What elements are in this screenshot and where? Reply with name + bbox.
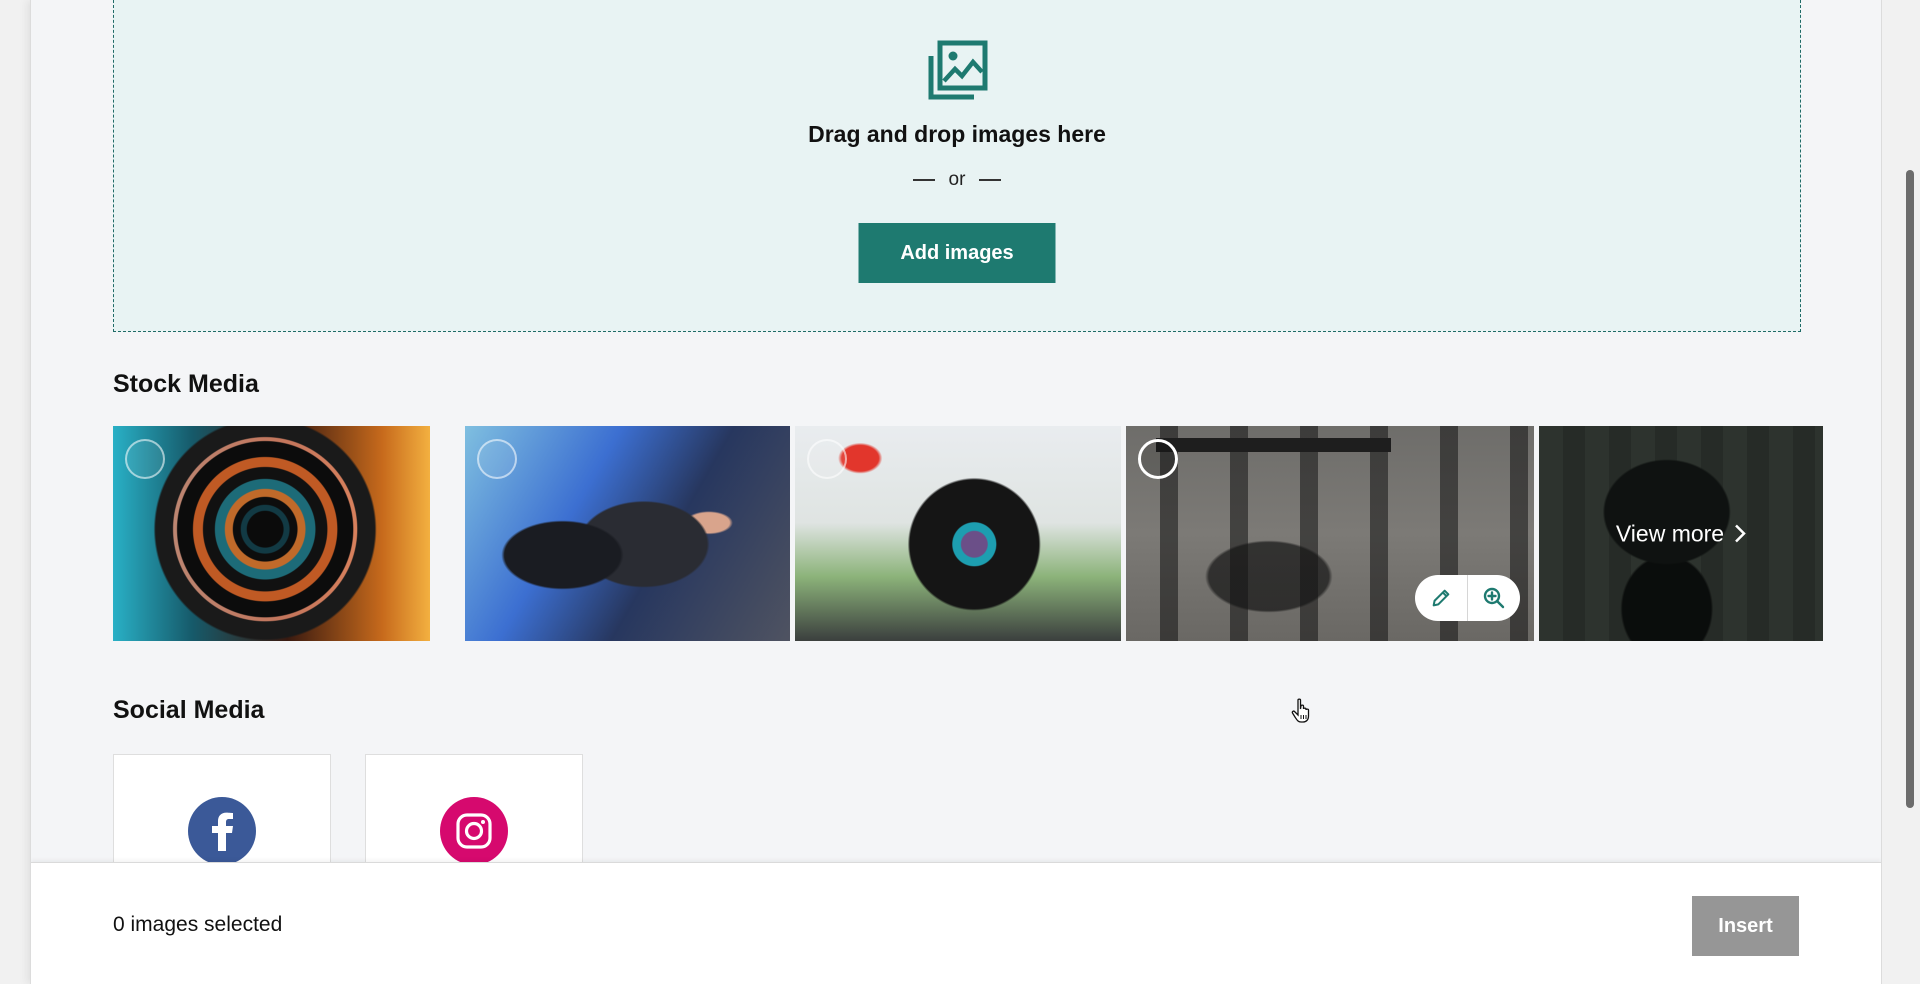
dropzone-title: Drag and drop images here bbox=[808, 121, 1106, 147]
view-more-label: View more bbox=[1615, 520, 1725, 546]
add-images-button[interactable]: Add images bbox=[858, 223, 1056, 283]
image-picker-panel: Drag and drop images here or Add images … bbox=[30, 0, 1882, 984]
chevron-right-icon bbox=[1735, 524, 1746, 543]
facebook-icon bbox=[188, 797, 256, 865]
stock-image-tile[interactable] bbox=[1126, 426, 1534, 641]
select-checkbox[interactable] bbox=[807, 439, 847, 479]
insert-button[interactable]: Insert bbox=[1692, 896, 1799, 956]
tile-action-pill bbox=[1415, 575, 1520, 621]
scroll-content: Drag and drop images here or Add images … bbox=[31, 0, 1881, 984]
instagram-icon bbox=[440, 797, 508, 865]
select-checkbox[interactable] bbox=[1138, 439, 1178, 479]
social-media-heading: Social Media bbox=[113, 696, 265, 724]
view-more-link[interactable]: View more bbox=[1539, 520, 1823, 547]
stock-image-tile[interactable] bbox=[113, 426, 430, 641]
divider-line bbox=[979, 179, 1002, 181]
zoom-image-button[interactable] bbox=[1468, 575, 1520, 621]
view-more-tile[interactable]: View more bbox=[1539, 426, 1823, 641]
select-checkbox[interactable] bbox=[125, 439, 165, 479]
pencil-icon bbox=[1432, 589, 1450, 607]
dropzone-or-divider: or bbox=[114, 169, 1800, 191]
vertical-scrollbar[interactable] bbox=[1882, 0, 1920, 984]
selected-count: 0 images selected bbox=[113, 913, 283, 936]
divider-line bbox=[912, 179, 935, 181]
stock-media-heading: Stock Media bbox=[113, 370, 259, 398]
stock-image-tile[interactable] bbox=[795, 426, 1121, 641]
zoom-in-icon bbox=[1483, 587, 1505, 609]
scrollbar-thumb[interactable] bbox=[1906, 170, 1914, 808]
edit-image-button[interactable] bbox=[1415, 575, 1467, 621]
image-gallery-icon bbox=[928, 40, 988, 100]
hand-pointer-cursor-icon bbox=[1291, 698, 1310, 723]
select-checkbox[interactable] bbox=[477, 439, 517, 479]
selection-footer: 0 images selected Insert bbox=[31, 862, 1881, 984]
stock-image-tile[interactable] bbox=[465, 426, 790, 641]
image-dropzone[interactable]: Drag and drop images here or Add images bbox=[113, 0, 1801, 332]
or-label: or bbox=[948, 169, 966, 190]
